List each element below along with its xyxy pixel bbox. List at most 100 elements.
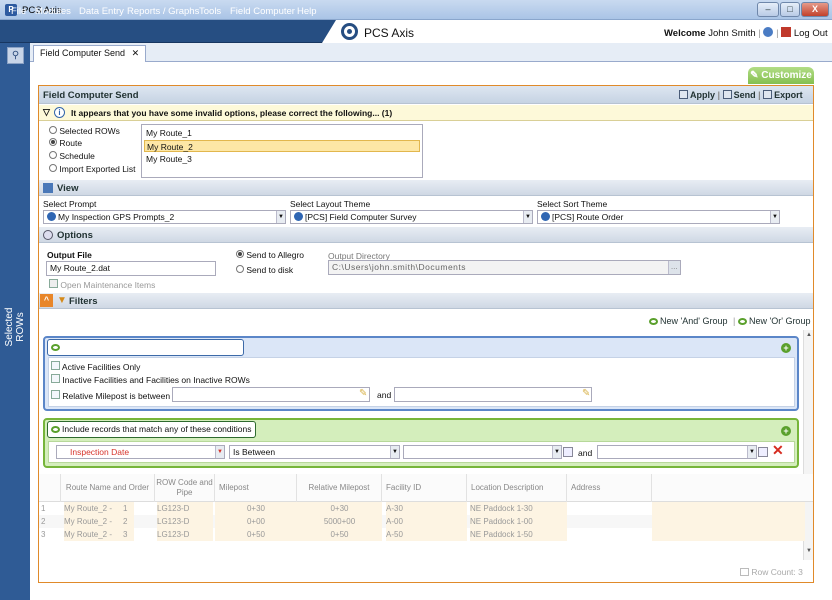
chevron-down-icon[interactable]: ▼ bbox=[552, 446, 561, 458]
chevron-down-icon[interactable]: ▼ bbox=[523, 211, 532, 223]
send-button[interactable]: Send bbox=[734, 90, 756, 100]
inactive-facilities-checkbox[interactable]: Inactive Facilities and Facilities on In… bbox=[51, 374, 250, 385]
logout-link[interactable]: Log Out bbox=[794, 28, 828, 39]
tab-field-computer-send[interactable]: Field Computer Send ✕ bbox=[33, 45, 147, 62]
calendar-icon[interactable] bbox=[758, 447, 768, 457]
option-schedule[interactable]: Schedule bbox=[49, 151, 95, 161]
menu-field-computer[interactable]: Field Computer bbox=[230, 6, 295, 17]
panel-toolbar: Apply | Send | Export bbox=[679, 90, 803, 100]
options-title: Options bbox=[57, 230, 93, 241]
operator-select[interactable]: Is Between ▼ bbox=[229, 445, 400, 459]
table-row[interactable]: 2 My Route_2 - 2 LG123-D 0+00 5000+00 A-… bbox=[39, 515, 805, 528]
view-header[interactable]: View bbox=[39, 180, 813, 196]
column-header[interactable]: Route Name and Order bbox=[61, 474, 155, 502]
new-or-group-button[interactable]: New 'Or' Group bbox=[738, 316, 810, 326]
and-group-icon bbox=[649, 318, 658, 325]
panel-header: Field Computer Send Apply | Send | Expor… bbox=[39, 86, 813, 104]
option-selected-rows[interactable]: Selected ROWs bbox=[49, 126, 120, 136]
menu-tools[interactable]: Tools bbox=[199, 6, 221, 17]
filters-title: Filters bbox=[69, 296, 98, 307]
option-route[interactable]: Route bbox=[49, 138, 82, 148]
open-maintenance-checkbox: Open Maintenance Items bbox=[49, 279, 155, 290]
maximize-button[interactable]: □ bbox=[780, 2, 800, 17]
customize-button[interactable]: ✎ Customize bbox=[748, 67, 814, 84]
chevron-down-icon[interactable]: ▼ bbox=[276, 211, 285, 223]
field-select[interactable]: Inspection Date ▼ bbox=[56, 445, 225, 459]
route-list[interactable]: My Route_1 My Route_2 My Route_3 bbox=[141, 124, 423, 178]
warning-bar[interactable]: ▽ i It appears that you have some invali… bbox=[39, 105, 813, 121]
globe-icon bbox=[47, 212, 56, 221]
active-facilities-checkbox[interactable]: Active Facilities Only bbox=[51, 361, 140, 372]
milepost-from-input[interactable] bbox=[172, 387, 370, 402]
export-icon bbox=[763, 90, 773, 99]
apply-button[interactable]: Apply bbox=[690, 90, 715, 100]
and-group-name-input[interactable] bbox=[47, 339, 244, 356]
view-title: View bbox=[57, 183, 79, 194]
or-group-icon bbox=[738, 318, 747, 325]
option-import-exported-list[interactable]: Import Exported List bbox=[49, 164, 135, 174]
relative-milepost-checkbox[interactable]: Relative Milepost is between bbox=[51, 390, 170, 401]
milepost-to-input[interactable] bbox=[394, 387, 592, 402]
prompt-select[interactable]: My Inspection GPS Prompts_2 ▼ bbox=[43, 210, 286, 224]
column-header[interactable]: Facility ID bbox=[382, 474, 467, 502]
sort-select[interactable]: [PCS] Route Order ▼ bbox=[537, 210, 780, 224]
chevron-down-icon[interactable]: ▽ bbox=[43, 107, 50, 118]
milepost-cell: 0+30 bbox=[215, 502, 297, 515]
welcome-area: Welcome John Smith | | Log Out bbox=[664, 27, 828, 39]
info-icon: i bbox=[54, 107, 65, 118]
menu-file[interactable]: File bbox=[11, 6, 26, 17]
new-and-group-button[interactable]: New 'And' Group bbox=[649, 316, 727, 326]
chevron-down-icon[interactable]: ▼ bbox=[770, 211, 779, 223]
tab-close-icon[interactable]: ✕ bbox=[132, 48, 140, 58]
list-item[interactable]: My Route_2 bbox=[144, 140, 420, 152]
pencil-icon[interactable]: ✎ bbox=[359, 388, 367, 399]
logout-icon[interactable] bbox=[781, 27, 792, 37]
chevron-down-icon[interactable]: ▼ bbox=[747, 446, 756, 458]
menu-help[interactable]: Help bbox=[297, 6, 317, 17]
minimize-button[interactable]: – bbox=[757, 2, 779, 17]
table-row[interactable]: 3 My Route_2 - 3 LG123-D 0+50 0+50 A-50 … bbox=[39, 528, 805, 541]
calendar-icon[interactable] bbox=[563, 447, 573, 457]
menu-data-entry[interactable]: Data Entry bbox=[79, 6, 124, 17]
help-icon[interactable] bbox=[763, 27, 774, 37]
list-item[interactable]: My Route_1 bbox=[144, 127, 420, 139]
output-file-input[interactable]: My Route_2.dat bbox=[46, 261, 216, 276]
close-window-button[interactable]: X bbox=[801, 2, 829, 17]
list-item[interactable]: My Route_3 bbox=[144, 153, 420, 165]
chevron-down-icon[interactable]: ▼ bbox=[390, 446, 399, 458]
address-cell bbox=[652, 502, 805, 515]
gear-icon bbox=[43, 230, 53, 240]
row-number: 3 bbox=[41, 530, 46, 539]
and-label: and bbox=[578, 448, 593, 458]
chevron-down-icon[interactable]: ▼ bbox=[215, 446, 224, 458]
collapse-icon[interactable]: ^ bbox=[40, 294, 53, 307]
send-to-disk-radio[interactable]: Send to disk bbox=[236, 265, 293, 275]
options-header[interactable]: Options bbox=[39, 227, 813, 243]
column-header[interactable]: Relative Milepost bbox=[297, 474, 382, 502]
menu-reports-graphs[interactable]: Reports / Graphs bbox=[127, 6, 199, 17]
facility-id-cell: A-50 bbox=[386, 528, 467, 541]
column-header[interactable]: ROW Code and Pipe bbox=[155, 474, 215, 502]
or-group-name-input[interactable]: Include records that match any of these … bbox=[47, 421, 256, 438]
location-cell: NE Paddock 1-00 bbox=[470, 515, 567, 528]
menu-modules[interactable]: Modules bbox=[35, 6, 71, 17]
export-button[interactable]: Export bbox=[774, 90, 803, 100]
date-from-select[interactable]: ▼ bbox=[403, 445, 562, 459]
date-to-select[interactable]: ▼ bbox=[597, 445, 757, 459]
column-header[interactable]: Milepost bbox=[215, 474, 297, 502]
row-code-cell: LG123-D bbox=[157, 515, 213, 528]
add-condition-icon[interactable]: + bbox=[781, 426, 791, 436]
column-header[interactable]: Address bbox=[567, 474, 652, 502]
select-prompt-label: Select Prompt bbox=[43, 199, 97, 209]
delete-condition-icon[interactable]: ✕ bbox=[772, 442, 784, 459]
layout-select[interactable]: [PCS] Field Computer Survey ▼ bbox=[290, 210, 533, 224]
add-condition-icon[interactable]: + bbox=[781, 343, 791, 353]
selected-rows-label[interactable]: Selected ROWs bbox=[4, 292, 26, 362]
pencil-icon[interactable]: ✎ bbox=[582, 388, 590, 399]
send-to-allegro-radio[interactable]: Send to Allegro bbox=[236, 250, 304, 260]
filters-header[interactable]: ^ ▼ Filters bbox=[39, 293, 813, 309]
table-row[interactable]: 1 My Route_2 - 1 LG123-D 0+30 0+30 A-30 … bbox=[39, 502, 805, 515]
column-header[interactable]: Location Description bbox=[467, 474, 567, 502]
user-name: John Smith bbox=[708, 28, 756, 39]
search-icon[interactable]: ⚲ bbox=[7, 47, 24, 64]
